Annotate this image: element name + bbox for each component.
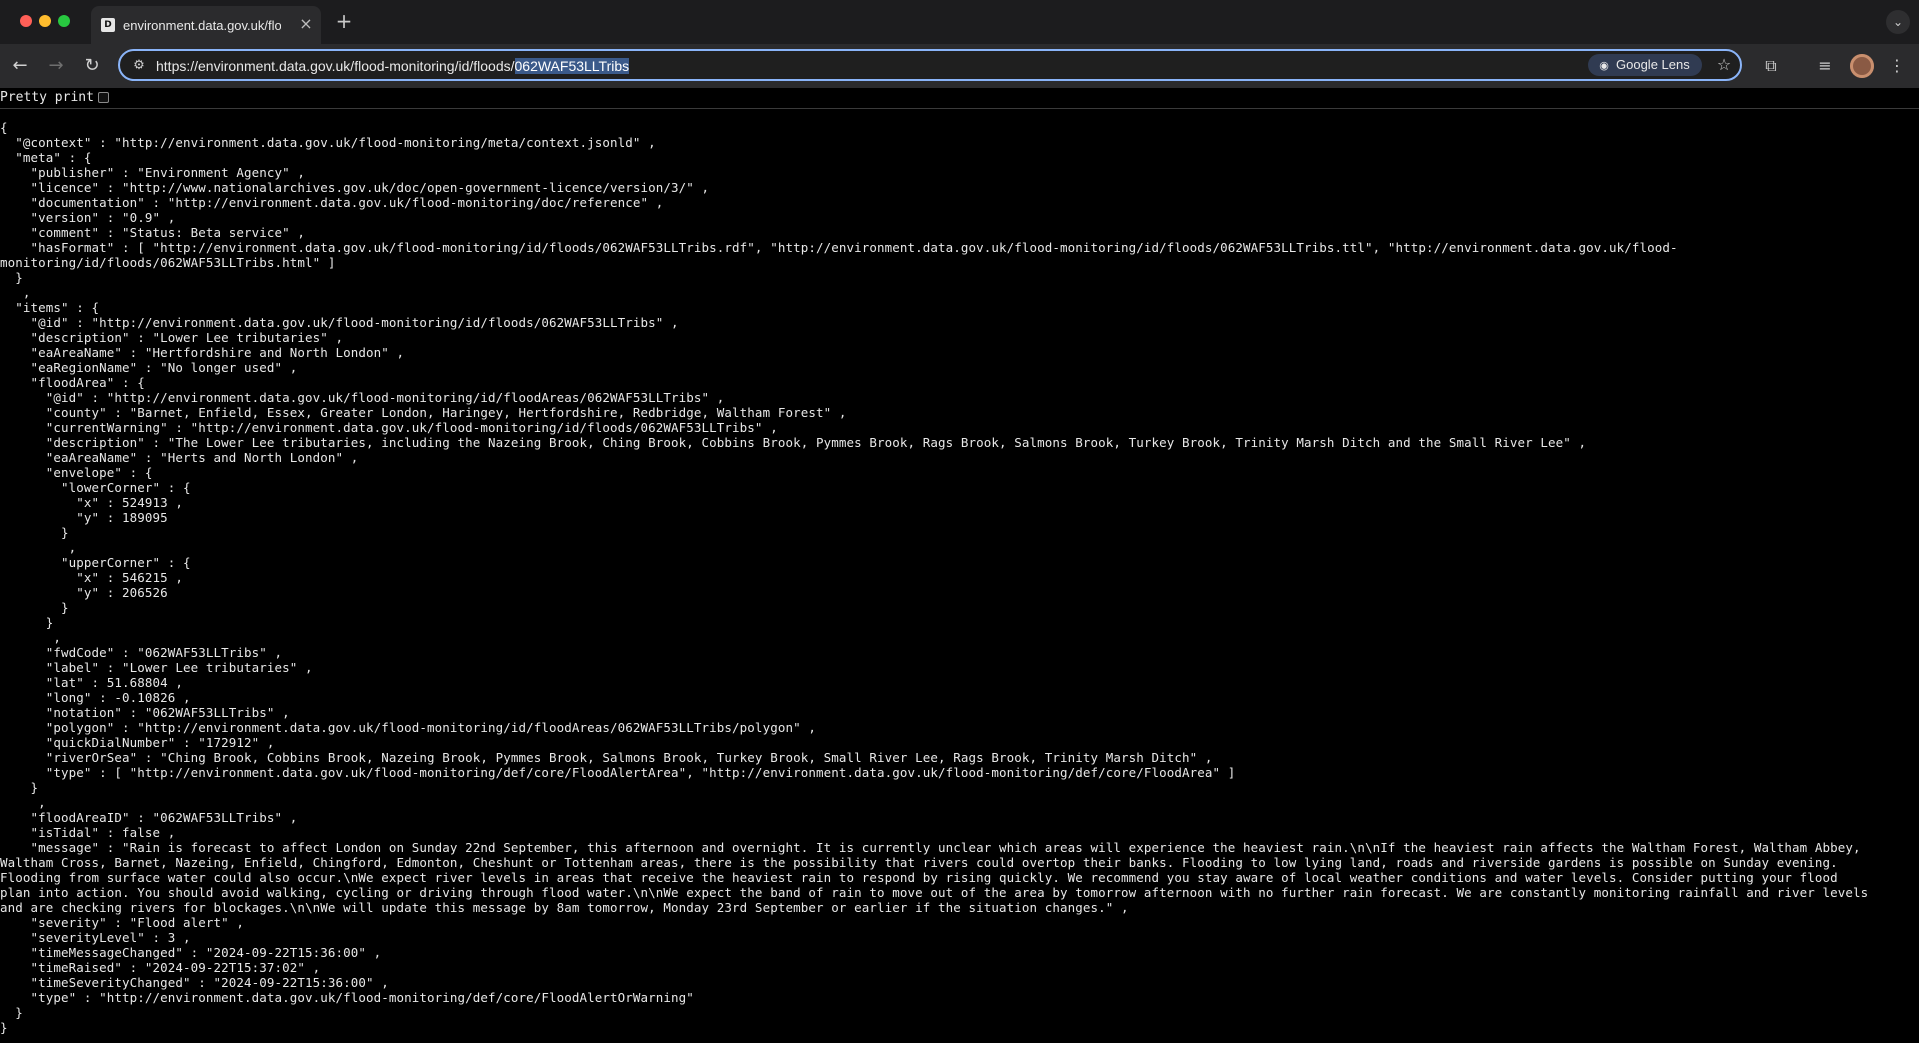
json-line: Flooding from surface water could also o… [0, 870, 1838, 885]
json-line: "x" : 524913 , [0, 495, 184, 510]
json-line: and are checking rivers for blockages.\n… [0, 900, 1129, 915]
reload-button[interactable]: ↻ [80, 54, 104, 78]
json-line: "items" : { [0, 300, 100, 315]
json-line: "version" : "0.9" , [0, 210, 176, 225]
url-prefix: https://environment.data.gov.uk/flood-mo… [156, 58, 515, 74]
json-line: , [0, 285, 31, 300]
json-line: "notation" : "062WAF53LLTribs" , [0, 705, 290, 720]
tab-title: environment.data.gov.uk/flood-monitoring… [123, 18, 281, 33]
close-tab-icon[interactable]: × [297, 15, 315, 33]
google-lens-button[interactable]: ◉ Google Lens [1588, 54, 1702, 76]
json-line: "x" : 546215 , [0, 570, 184, 585]
json-line: "upperCorner" : { [0, 555, 191, 570]
json-line: "label" : "Lower Lee tributaries" , [0, 660, 313, 675]
tab-search-button[interactable]: ⌄ [1886, 10, 1910, 34]
pretty-print-bar: Pretty print [0, 88, 1919, 109]
tab-strip: D environment.data.gov.uk/flood-monitori… [0, 0, 1919, 44]
maximize-window-button[interactable] [58, 15, 70, 27]
browser-toolbar: ← → ↻ ⚙ https://environment.data.gov.uk/… [0, 44, 1919, 88]
json-line: "severity" : "Flood alert" , [0, 915, 245, 930]
pretty-print-label[interactable]: Pretty print [0, 90, 94, 106]
json-line: "y" : 206526 [0, 585, 168, 600]
json-line: } [0, 780, 39, 795]
profile-avatar[interactable] [1850, 54, 1874, 78]
url-selected-segment: 062WAF53LLTribs [514, 58, 630, 74]
new-tab-button[interactable]: + [334, 11, 354, 31]
json-line: "y" : 189095 [0, 510, 168, 525]
json-line: "type" : "http://environment.data.gov.uk… [0, 990, 694, 1005]
json-line: "currentWarning" : "http://environment.d… [0, 420, 778, 435]
bookmark-star-icon[interactable]: ☆ [1714, 55, 1734, 75]
json-line: } [0, 615, 54, 630]
json-line: "severityLevel" : 3 , [0, 930, 191, 945]
json-line: } [0, 1005, 23, 1020]
json-line: } [0, 270, 23, 285]
json-line: "long" : -0.10826 , [0, 690, 191, 705]
lens-label: Google Lens [1616, 57, 1690, 72]
json-line: "type" : [ "http://environment.data.gov.… [0, 765, 1236, 780]
json-line: "envelope" : { [0, 465, 153, 480]
json-line: "publisher" : "Environment Agency" , [0, 165, 306, 180]
json-line: "@context" : "http://environment.data.go… [0, 135, 656, 150]
json-line: , [0, 630, 62, 645]
media-controls-icon[interactable]: ≡ [1813, 54, 1837, 78]
json-line: "lowerCorner" : { [0, 480, 191, 495]
json-content: { "@context" : "http://environment.data.… [0, 120, 1919, 1040]
json-line: plan into action. You should avoid walki… [0, 885, 1869, 900]
minimize-window-button[interactable] [39, 15, 51, 27]
json-line: "polygon" : "http://environment.data.gov… [0, 720, 816, 735]
json-line: "description" : "Lower Lee tributaries" … [0, 330, 344, 345]
json-line: "@id" : "http://environment.data.gov.uk/… [0, 390, 725, 405]
json-line: } [0, 525, 69, 540]
json-line: "description" : "The Lower Lee tributari… [0, 435, 1587, 450]
browser-tab[interactable]: D environment.data.gov.uk/flood-monitori… [91, 6, 321, 44]
json-line: "hasFormat" : [ "http://environment.data… [0, 240, 1678, 255]
json-line: "@id" : "http://environment.data.gov.uk/… [0, 315, 679, 330]
json-line: "riverOrSea" : "Ching Brook, Cobbins Bro… [0, 750, 1213, 765]
json-line: "floodArea" : { [0, 375, 145, 390]
json-line: , [0, 795, 46, 810]
json-line: "timeMessageChanged" : "2024-09-22T15:36… [0, 945, 382, 960]
lens-icon: ◉ [1599, 59, 1609, 72]
url-text[interactable]: https://environment.data.gov.uk/flood-mo… [156, 57, 630, 75]
forward-button[interactable]: → [44, 54, 68, 78]
json-line: "documentation" : "http://environment.da… [0, 195, 664, 210]
json-line: "meta" : { [0, 150, 92, 165]
site-info-icon[interactable]: ⚙ [130, 57, 148, 75]
json-line: "eaAreaName" : "Herts and North London" … [0, 450, 359, 465]
json-line: } [0, 1020, 8, 1035]
address-bar[interactable]: ⚙ https://environment.data.gov.uk/flood-… [118, 49, 1742, 81]
json-line: "eaRegionName" : "No longer used" , [0, 360, 298, 375]
json-line: "floodAreaID" : "062WAF53LLTribs" , [0, 810, 298, 825]
back-button[interactable]: ← [8, 54, 32, 78]
json-line: monitoring/id/floods/062WAF53LLTribs.htm… [0, 255, 336, 270]
json-line: "county" : "Barnet, Enfield, Essex, Grea… [0, 405, 847, 420]
pretty-print-checkbox[interactable] [98, 92, 109, 103]
json-line: "eaAreaName" : "Hertfordshire and North … [0, 345, 405, 360]
json-line: "lat" : 51.68804 , [0, 675, 184, 690]
json-line: "isTidal" : false , [0, 825, 176, 840]
json-line: "message" : "Rain is forecast to affect … [0, 840, 1861, 855]
json-line: , [0, 540, 77, 555]
close-window-button[interactable] [20, 15, 32, 27]
json-line: { [0, 120, 8, 135]
json-line: Waltham Cross, Barnet, Nazeing, Enfield,… [0, 855, 1838, 870]
json-line: "licence" : "http://www.nationalarchives… [0, 180, 710, 195]
more-menu-icon[interactable]: ⋮ [1885, 54, 1909, 78]
json-line: "comment" : "Status: Beta service" , [0, 225, 306, 240]
extensions-icon[interactable]: ⧉ [1759, 54, 1783, 78]
json-line: "fwdCode" : "062WAF53LLTribs" , [0, 645, 283, 660]
json-line: "timeSeverityChanged" : "2024-09-22T15:3… [0, 975, 389, 990]
json-line: "timeRaised" : "2024-09-22T15:37:02" , [0, 960, 321, 975]
favicon-icon: D [101, 18, 115, 32]
json-line: } [0, 600, 69, 615]
json-line: "quickDialNumber" : "172912" , [0, 735, 275, 750]
